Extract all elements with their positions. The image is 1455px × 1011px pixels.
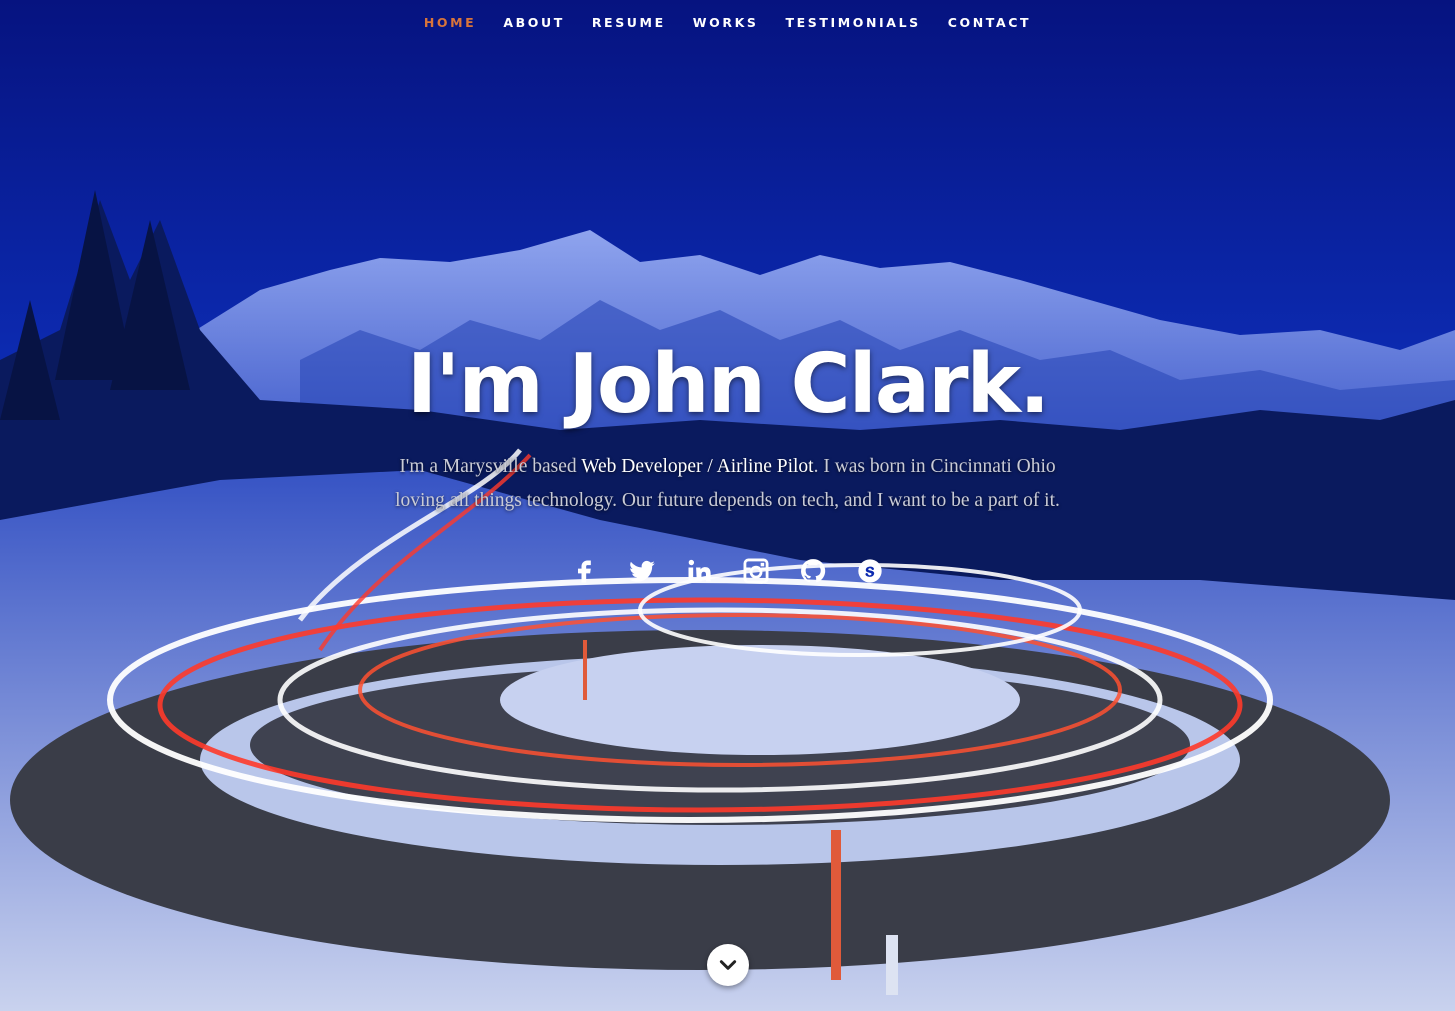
chevron-down-icon — [719, 960, 737, 970]
nav-testimonials[interactable]: TESTIMONIALS — [785, 15, 920, 30]
facebook-icon[interactable] — [570, 556, 600, 586]
main-nav: HOME ABOUT RESUME WORKS TESTIMONIALS CON… — [0, 0, 1455, 44]
nav-resume[interactable]: RESUME — [592, 15, 666, 30]
nav-home[interactable]: HOME — [424, 15, 476, 30]
nav-about[interactable]: ABOUT — [503, 15, 565, 30]
twitter-icon[interactable] — [627, 556, 657, 586]
intro-highlight: Web Developer / Airline Pilot — [581, 456, 814, 477]
hero-title: I'm John Clark. — [406, 337, 1051, 432]
linkedin-icon[interactable] — [684, 556, 714, 586]
nav-works[interactable]: WORKS — [693, 15, 759, 30]
instagram-icon[interactable] — [741, 556, 771, 586]
intro-text-start: I'm a Marysville based — [399, 456, 582, 477]
nav-contact[interactable]: CONTACT — [948, 15, 1031, 30]
social-links — [0, 556, 1455, 586]
github-icon[interactable] — [798, 556, 828, 586]
scroll-down-button[interactable] — [707, 944, 749, 986]
hero-section: I'm John Clark. I'm a Marysville based W… — [0, 330, 1455, 586]
skype-icon[interactable] — [855, 556, 885, 586]
hero-intro: I'm a Marysville based Web Developer / A… — [378, 450, 1078, 518]
